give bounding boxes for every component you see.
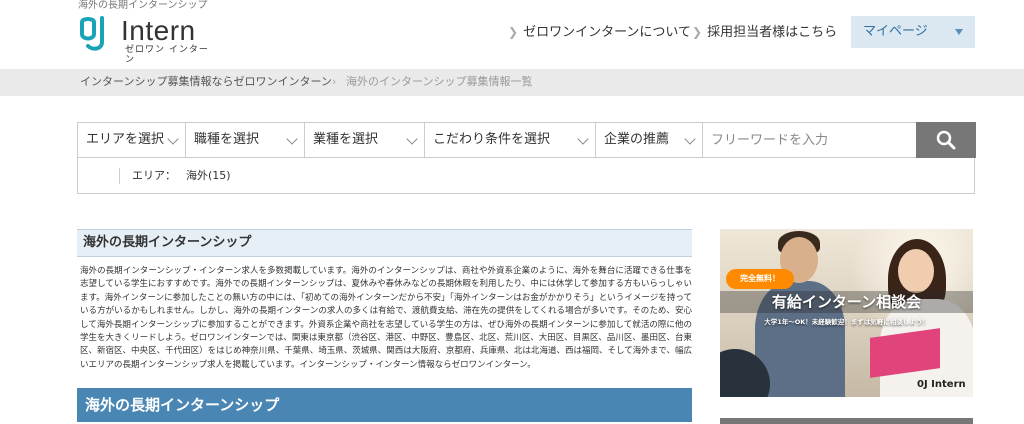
filter-area-label: エリア： bbox=[132, 169, 176, 182]
section-description: 海外の長期インターンシップ・インターン求人を多数掲載しています。海外のインターン… bbox=[80, 266, 692, 370]
banner-logo: 0J Intern bbox=[917, 379, 966, 390]
site-logo[interactable]: Intern ゼロワン インターン bbox=[78, 15, 218, 65]
zero-one-logo-icon bbox=[80, 16, 104, 51]
second-banner[interactable] bbox=[720, 418, 973, 424]
chevron-down-icon bbox=[286, 133, 298, 145]
nav-recruiter-link[interactable]: ❯ 採用担当者様はこちら bbox=[692, 24, 837, 41]
area-select[interactable]: エリアを選択 bbox=[78, 123, 186, 157]
site-tagline: 海外の長期インターンシップ bbox=[78, 0, 208, 11]
dropdown-triangle-icon bbox=[955, 29, 963, 35]
freeword-search-input[interactable] bbox=[703, 123, 915, 157]
search-button[interactable] bbox=[916, 122, 976, 158]
chevron-right-icon: ❯ bbox=[508, 25, 519, 39]
breadcrumb-separator: › bbox=[332, 75, 337, 88]
free-badge: 完全無料！ bbox=[726, 269, 794, 289]
mypage-button[interactable]: マイページ bbox=[851, 16, 975, 48]
filter-divider bbox=[119, 168, 120, 184]
industry-select[interactable]: 業種を選択 bbox=[305, 123, 425, 157]
chevron-down-icon bbox=[577, 133, 589, 145]
search-icon bbox=[936, 130, 956, 150]
breadcrumb-current: 海外のインターンシップ募集情報一覧 bbox=[346, 75, 533, 88]
chevron-down-icon bbox=[406, 133, 418, 145]
section-title: 海外の長期インターンシップ bbox=[77, 229, 692, 257]
logo-wordmark: Intern bbox=[121, 15, 196, 46]
chevron-down-icon bbox=[684, 133, 696, 145]
company-recommend-select[interactable]: 企業の推薦 bbox=[596, 123, 703, 157]
listing-heading: 海外の長期インターンシップ bbox=[77, 388, 692, 422]
nav-about-link[interactable]: ❯ ゼロワンインターンについて bbox=[508, 24, 691, 41]
job-type-select[interactable]: 職種を選択 bbox=[186, 123, 305, 157]
chevron-right-icon: ❯ bbox=[692, 25, 703, 39]
logo-subtext: ゼロワン インターン bbox=[125, 45, 209, 65]
banner-subtitle: 大学1年〜OK！未経験歓迎！まずは気軽に相談しよう！ bbox=[764, 318, 929, 326]
breadcrumb-home-link[interactable]: インターンシップ募集情報ならゼロワンインターン bbox=[80, 75, 332, 89]
filter-area-value[interactable]: 海外(15) bbox=[186, 169, 231, 183]
search-bar: エリアを選択 職種を選択 業種を選択 こだわり条件を選択 企業の推薦 bbox=[77, 122, 976, 158]
preference-select[interactable]: こだわり条件を選択 bbox=[425, 123, 596, 157]
breadcrumb: インターンシップ募集情報ならゼロワンインターン › 海外のインターンシップ募集情… bbox=[0, 69, 1024, 96]
chevron-down-icon bbox=[167, 133, 179, 145]
active-filter-row: エリア： 海外(15) bbox=[77, 158, 975, 194]
consultation-banner[interactable]: 完全無料！ 有給インターン相談会 大学1年〜OK！未経験歓迎！まずは気軽に相談し… bbox=[720, 229, 973, 397]
banner-title: 有給インターン相談会 bbox=[771, 293, 922, 311]
